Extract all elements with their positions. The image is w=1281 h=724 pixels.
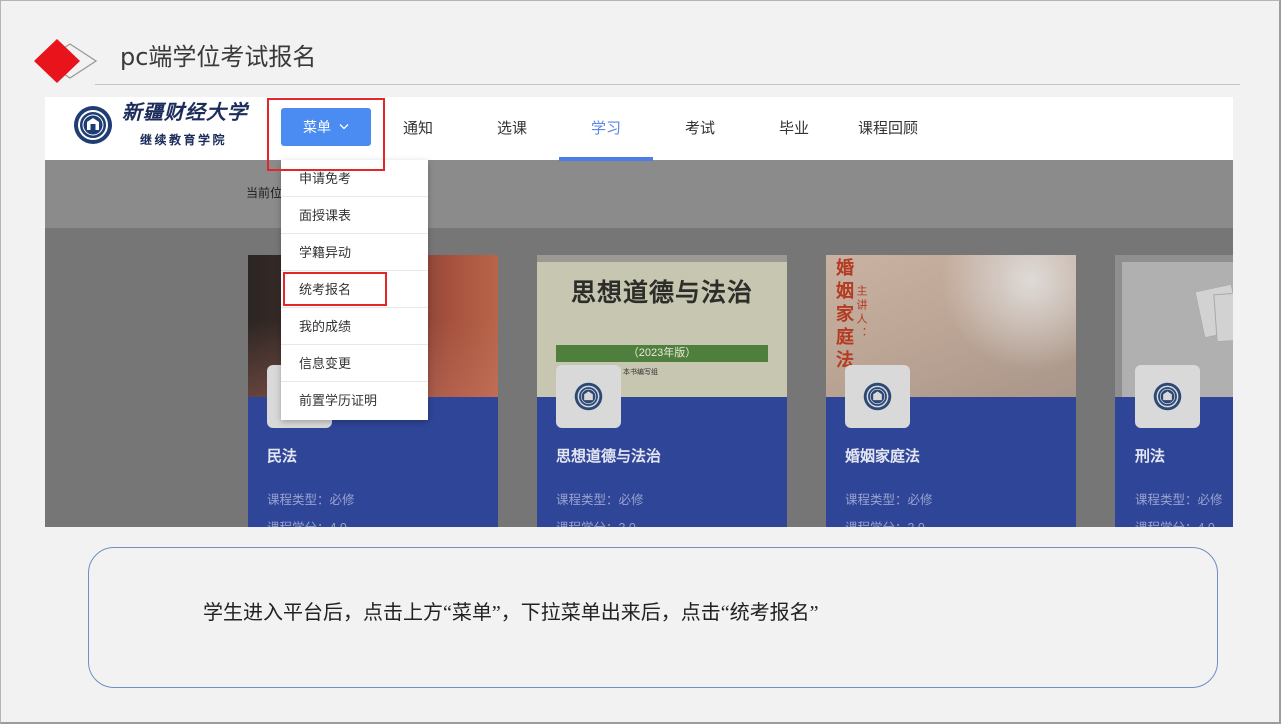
logo-college-name[interactable]: 继续教育学院 — [140, 132, 227, 148]
exam-registration-highlight-box — [283, 272, 387, 306]
cover-title: 思想道德与法治 — [570, 278, 753, 307]
menu-button-highlight-box — [267, 98, 385, 171]
active-tab-indicator — [559, 157, 653, 161]
menu-item-prior-education-proof[interactable]: 前置学历证明 — [281, 382, 428, 419]
university-emblem-icon — [863, 382, 892, 411]
breadcrumb: 当前位 — [246, 186, 283, 200]
course-title: 刑法 — [1135, 448, 1166, 465]
nav-item-study-label: 学习 — [590, 120, 621, 137]
university-emblem-icon — [1153, 382, 1182, 411]
cover-edition-band: （2023年版） — [556, 345, 768, 362]
university-emblem-icon — [574, 382, 603, 411]
course-credit: 课程学分：3.0 — [556, 519, 636, 527]
nav-item-exam[interactable]: 考试 — [653, 97, 747, 160]
course-credit: 课程学分：4.0 — [1135, 519, 1215, 527]
course-title: 民法 — [267, 448, 298, 465]
instruction-callout: 学生进入平台后，点击上方“菜单”，下拉菜单出来后，点击“统考报名” — [88, 547, 1218, 688]
cover-lecturer: 主讲人： — [855, 285, 867, 341]
portal-header: 新疆财经大学 继续教育学院 菜单 通知 选课 学习 考试 毕业 课程回顾 — [45, 97, 1233, 161]
diamond-bullet-icon — [34, 39, 98, 83]
nav-item-course-review[interactable]: 课程回顾 — [841, 97, 935, 160]
course-title: 思想道德与法治 — [556, 448, 662, 465]
slide: pc端学位考试报名 新疆财经大学 继续教育学院 菜单 通知 选课 学习 考试 毕… — [0, 0, 1281, 724]
logo-university-name[interactable]: 新疆财经大学 — [122, 99, 248, 125]
slide-title: pc端学位考试报名 — [120, 43, 317, 71]
course-card[interactable]: 思想道德与法治 （2023年版） 本书编写组 思想道德与法治 课程类型：必修 课… — [537, 255, 787, 527]
course-title: 婚姻家庭法 — [845, 448, 921, 465]
course-card[interactable]: 刑法 课程类型：必修 课程学分：4.0 — [1115, 255, 1233, 527]
cover-author: 本书编写组 — [623, 369, 658, 376]
title-divider — [95, 84, 1240, 85]
course-type: 课程类型：必修 — [845, 493, 933, 507]
menu-item-lecture-schedule[interactable]: 面授课表 — [281, 197, 428, 234]
course-logo-box — [1135, 365, 1200, 428]
nav-item-notice[interactable]: 通知 — [371, 97, 465, 160]
course-type: 课程类型：必修 — [556, 493, 644, 507]
course-type: 课程类型：必修 — [267, 493, 355, 507]
course-credit: 课程学分：3.0 — [845, 519, 925, 527]
instruction-text: 学生进入平台后，点击上方“菜单”，下拉菜单出来后，点击“统考报名” — [203, 602, 819, 624]
nav-item-study[interactable]: 学习 — [559, 97, 653, 161]
course-card[interactable]: 婚姻家庭法 主讲人： 婚姻家庭法 课程类型：必修 课程学分：3.0 — [826, 255, 1076, 527]
nav-item-graduation[interactable]: 毕业 — [747, 97, 841, 160]
course-credit: 课程学分：4.0 — [267, 519, 347, 527]
course-logo-box — [556, 365, 621, 428]
cover-top-strip — [537, 255, 787, 262]
menu-item-status-change[interactable]: 学籍异动 — [281, 234, 428, 271]
breadcrumb-bar: 当前位 — [45, 160, 1233, 228]
nav-item-course-selection[interactable]: 选课 — [465, 97, 559, 160]
course-logo-box — [845, 365, 910, 428]
portal-screenshot: 新疆财经大学 继续教育学院 菜单 通知 选课 学习 考试 毕业 课程回顾 当前位… — [45, 97, 1233, 527]
menu-item-my-grades[interactable]: 我的成绩 — [281, 308, 428, 345]
cover-page-shape — [1213, 291, 1233, 343]
course-type: 课程类型：必修 — [1135, 493, 1223, 507]
university-emblem-icon[interactable] — [73, 105, 113, 145]
menu-item-info-change[interactable]: 信息变更 — [281, 345, 428, 382]
main-nav: 通知 选课 学习 考试 毕业 课程回顾 — [371, 97, 935, 161]
